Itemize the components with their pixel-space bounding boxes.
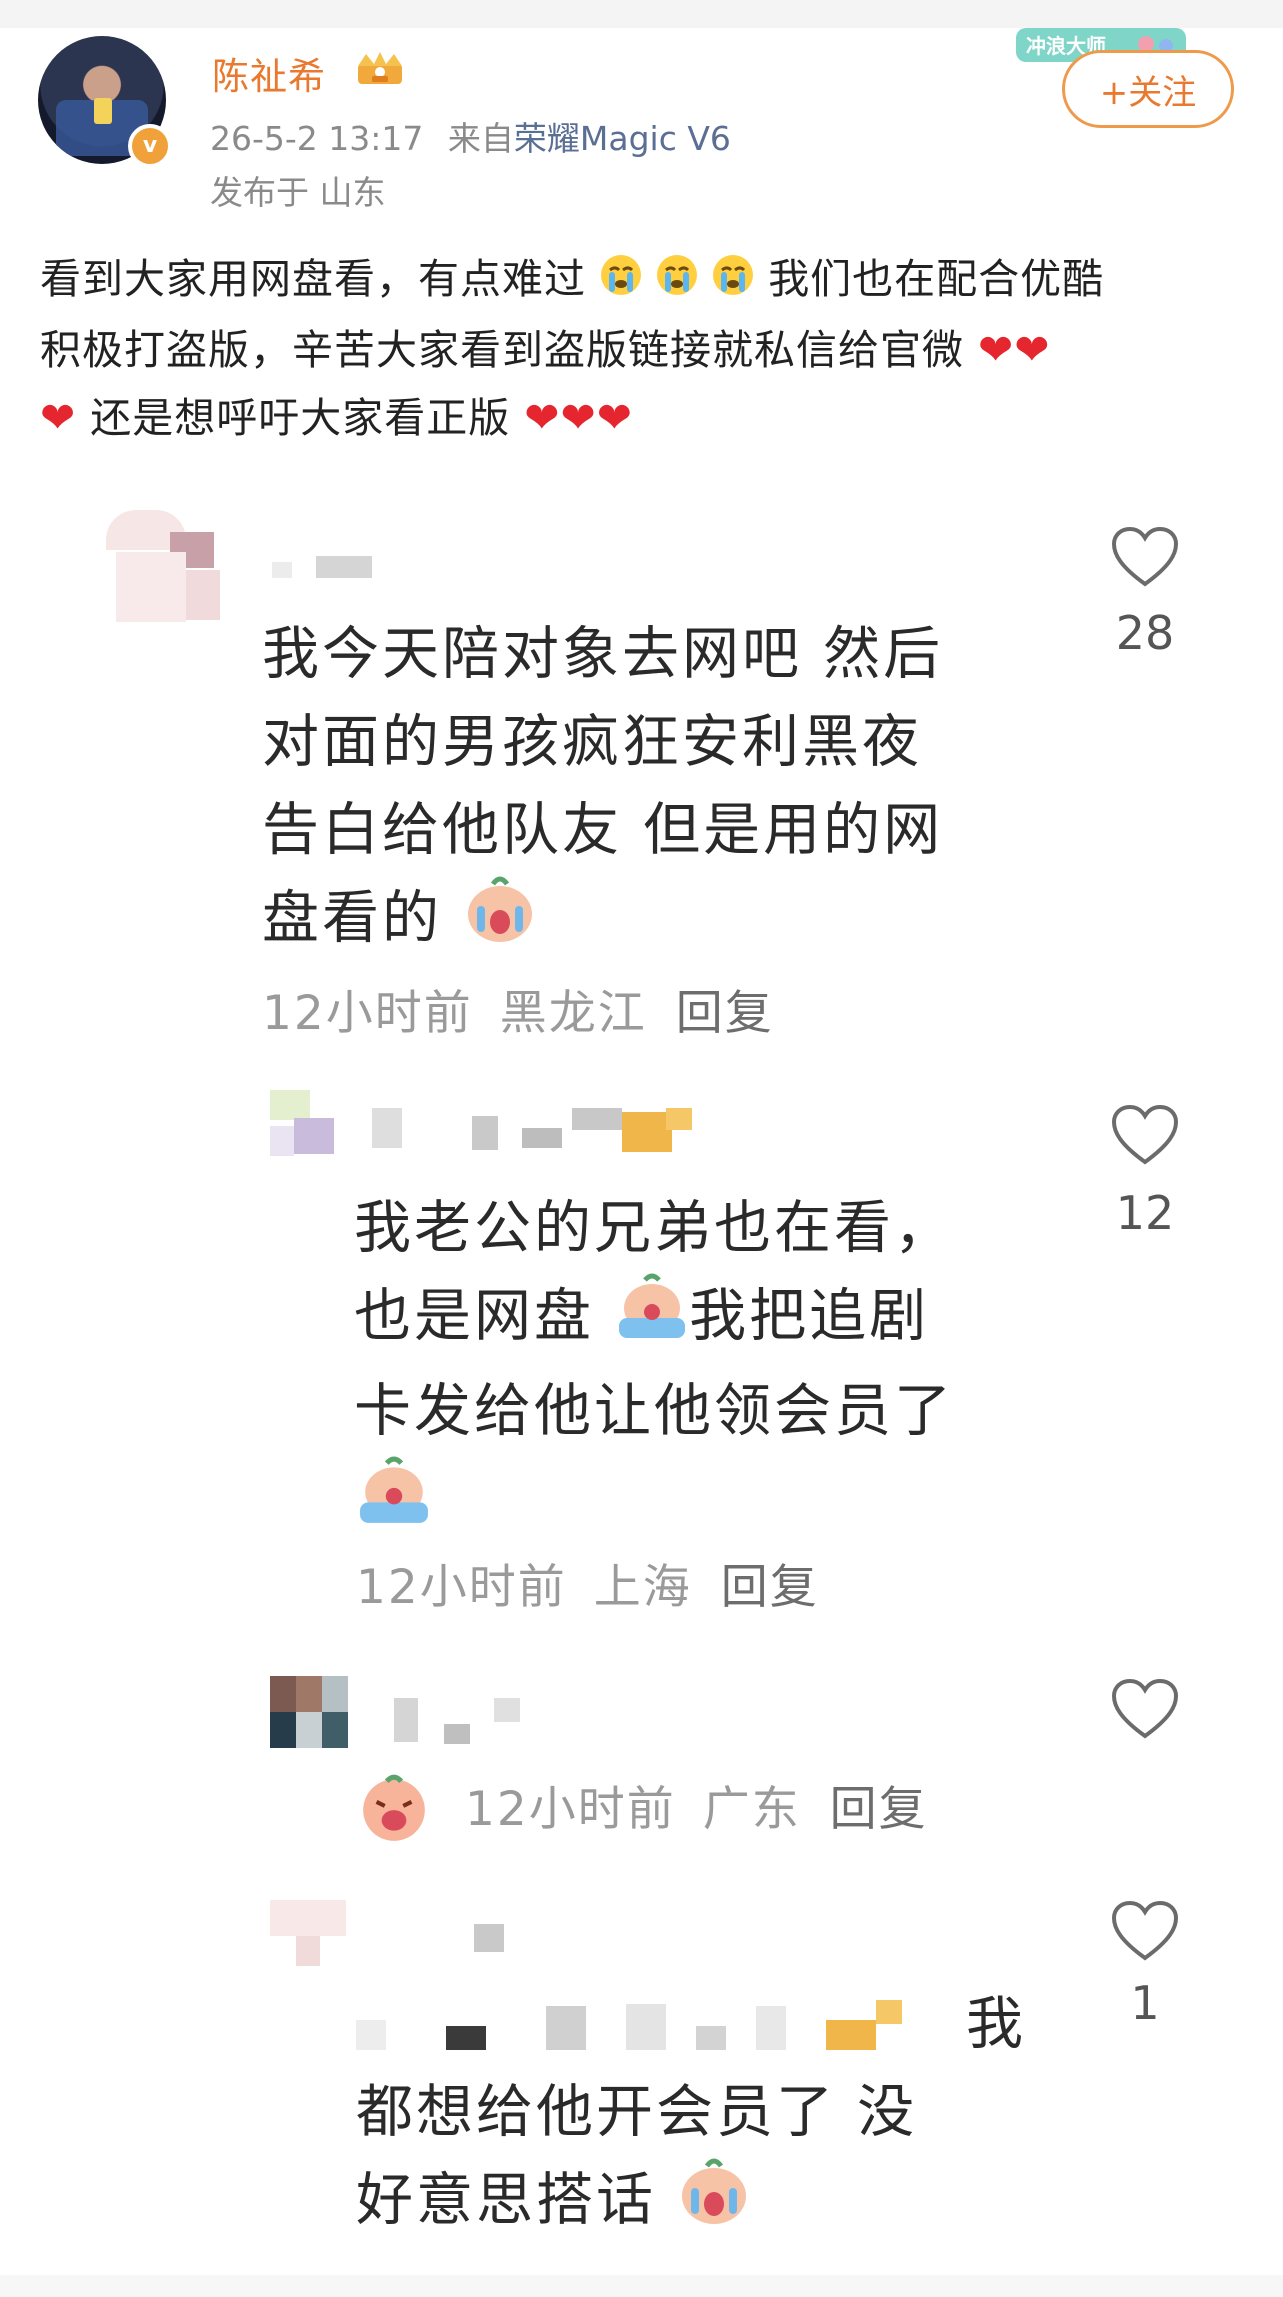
like-count: 1 xyxy=(1130,1976,1160,2030)
heart-outline-icon[interactable] xyxy=(1110,1678,1180,1742)
reply-button[interactable]: 回复 xyxy=(721,1560,819,1615)
commenter-name-blurred[interactable] xyxy=(474,1924,534,1954)
source-prefix: 来自 xyxy=(447,119,514,158)
commenter-avatar[interactable] xyxy=(96,510,236,640)
commenter-avatar[interactable] xyxy=(270,1676,350,1752)
crown-icon xyxy=(358,52,402,84)
reply-button[interactable]: 回复 xyxy=(676,986,774,1041)
post-location: 发布于 山东 xyxy=(210,173,386,212)
heart-outline-icon[interactable] xyxy=(1110,1900,1180,1964)
red-heart-emoji: ❤ xyxy=(40,392,77,442)
comment-text: 我 都想给他开会员了 没 好意思搭话 xyxy=(356,1980,1026,2251)
heart-outline-icon[interactable] xyxy=(1110,1104,1180,1168)
crying-emoji xyxy=(463,874,537,969)
crying-emoji xyxy=(615,1272,689,1367)
reply-button[interactable]: 回复 xyxy=(830,1782,928,1837)
top-strip xyxy=(0,0,1283,28)
author-name[interactable]: 陈祉希 xyxy=(212,46,326,100)
crying-emoji xyxy=(600,249,642,316)
red-heart-emoji: ❤ xyxy=(1014,324,1051,374)
red-heart-emoji: ❤ xyxy=(596,392,633,442)
comment-meta: 12小时前 上海 回复 xyxy=(356,1560,819,1615)
follow-button[interactable]: +关注 xyxy=(1062,50,1234,128)
heart-outline-icon[interactable] xyxy=(1110,526,1180,590)
post-time: 26-5-2 13:17 xyxy=(210,119,424,158)
commenter-avatar[interactable] xyxy=(270,1900,350,1976)
verified-badge-icon: v xyxy=(128,124,172,168)
bottom-cutoff xyxy=(0,2275,1283,2297)
red-heart-emoji: ❤ xyxy=(560,392,597,442)
comment-meta: 12小时前 广东 回复 xyxy=(356,1770,928,1855)
commenter-avatar[interactable] xyxy=(270,1090,350,1166)
comment-text: 我老公的兄弟也在看， 也是网盘 我把追剧 卡发给他让他领会员了 xyxy=(354,1184,954,1552)
commenter-name-blurred[interactable] xyxy=(394,1698,554,1748)
like-count: 12 xyxy=(1115,1186,1175,1240)
device-link[interactable]: 荣耀Magic V6 xyxy=(514,119,731,158)
crying-emoji xyxy=(656,249,698,316)
like-count: 28 xyxy=(1115,606,1175,660)
comment-text: 我今天陪对象去网吧 然后 对面的男孩疯狂安利黑夜 告白给他队友 但是用的网 盘看… xyxy=(262,610,943,969)
crying-emoji xyxy=(356,1771,432,1855)
crying-emoji xyxy=(677,2156,751,2251)
comment-meta: 12小时前 黑龙江 回复 xyxy=(262,986,774,1041)
red-heart-emoji: ❤ xyxy=(524,392,561,442)
crying-emoji xyxy=(354,1455,434,1552)
commenter-name-blurred[interactable] xyxy=(272,556,372,582)
crying-emoji xyxy=(712,249,754,316)
post-meta: 26-5-2 13:17 来自荣耀Magic V6 xyxy=(210,112,731,160)
commenter-name-blurred[interactable] xyxy=(372,1108,702,1158)
post-text: 看到大家用网盘看，有点难过 我们也在配合优酷 积极打盗版，辛苦大家看到盗版链接就… xyxy=(40,246,1250,452)
red-heart-emoji: ❤ xyxy=(978,324,1015,374)
